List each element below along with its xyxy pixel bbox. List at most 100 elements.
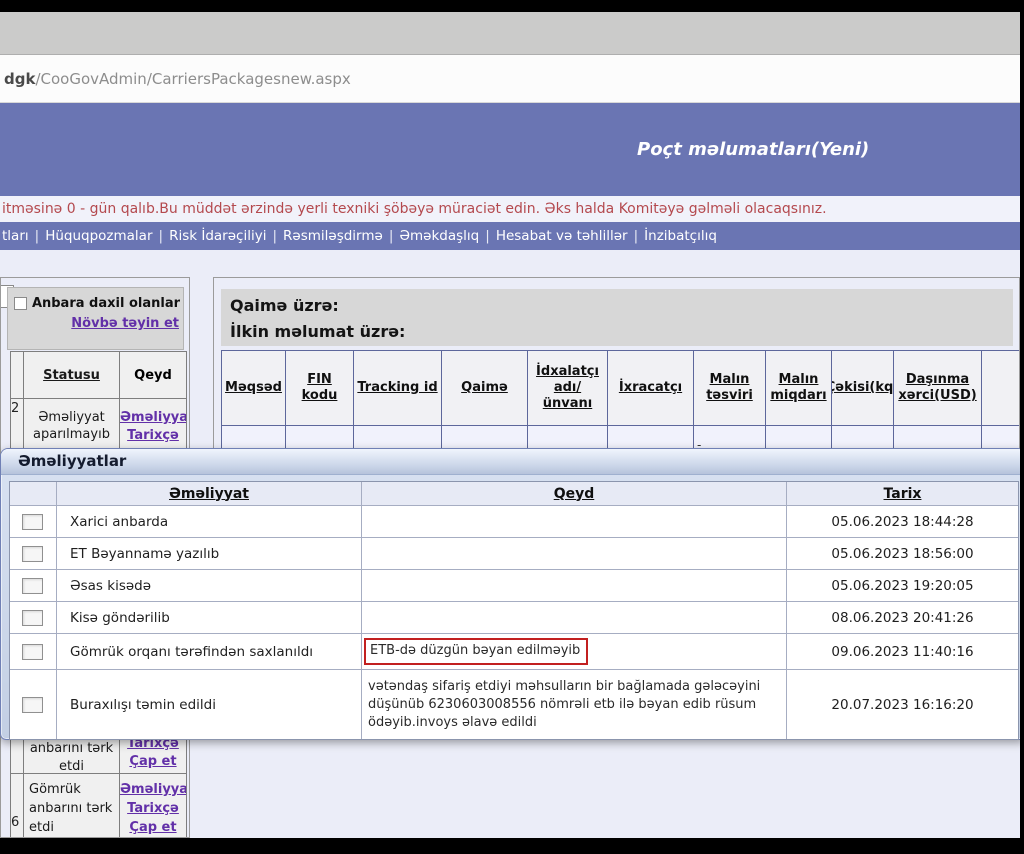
operation-row: Əsas kisədə 05.06.2023 19:20:05 [10, 570, 1018, 602]
address-bar[interactable]: dgk/CooGovAdmin/CarriersPackagesnew.aspx [0, 55, 1020, 103]
nav-item-huquqpozmalar[interactable]: Hüquqpozmalar [45, 228, 152, 244]
row-links: Əməliyyat Tarixçə Çap et [120, 774, 186, 838]
browser-viewport: dgk/CooGovAdmin/CarriersPackagesnew.aspx… [0, 12, 1020, 838]
operation-date: 05.06.2023 18:44:28 [787, 506, 1018, 537]
page-title: Poçt məlumatları(Yeni) [637, 139, 869, 160]
col-header-malin-miqdari[interactable]: Malın miqdarı [766, 351, 832, 425]
main-nav: tları|Hüquqpozmalar|Risk İdarəçiliyi|Rəs… [0, 222, 1020, 250]
operation-note [362, 602, 787, 633]
nav-separator: | [628, 228, 645, 244]
history-link[interactable]: Tarixçə [120, 427, 186, 445]
nav-separator: | [153, 228, 170, 244]
col-header-idxalatci[interactable]: İdxalatçı adı/ ünvanı [528, 351, 608, 425]
warning-text: itməsinə 0 - gün qalıb.Bu müddət ərzində… [2, 201, 827, 217]
col-header-cekisi[interactable]: Çəkisi(kq) [832, 351, 894, 425]
operations-dialog: Əməliyyatlar Əməliyyat Qeyd Tarix Xarici… [0, 448, 1020, 740]
row-checkbox[interactable] [22, 514, 43, 530]
warehouse-filter-box: Anbara daxil olanlar Növbə təyin et [7, 287, 184, 350]
warehouse-filter-label: Anbara daxil olanlar [32, 296, 180, 311]
col-header-ixracatci[interactable]: İxracatçı [608, 351, 694, 425]
row-links: Əməliyyat Tarixçə [120, 399, 186, 454]
operation-date: 09.06.2023 11:40:16 [787, 634, 1018, 669]
operation-note [362, 538, 787, 569]
dialog-title[interactable]: Əməliyyatlar [1, 449, 1020, 475]
screenshot-root: dgk/CooGovAdmin/CarriersPackagesnew.aspx… [0, 0, 1024, 854]
nav-item-emekdasliq[interactable]: Əməkdaşlıq [399, 228, 479, 244]
operation-note: ETB-də düzgün bəyan edilməyib [362, 634, 787, 669]
page-header-banner: Poçt məlumatları(Yeni) [0, 103, 1020, 196]
browser-chrome-bar [0, 12, 1020, 55]
history-link[interactable]: Tarixçə [120, 799, 186, 818]
print-link[interactable]: Çap et [120, 753, 186, 771]
operation-note: vətəndaş sifariş etdiyi məhsulların bir … [362, 670, 787, 739]
queue-assign-link[interactable]: Növbə təyin et [71, 316, 179, 331]
operation-row: Kisə göndərilib 08.06.2023 20:41:26 [10, 602, 1018, 634]
nav-item-inzibatciliq[interactable]: İnzibatçılıq [644, 228, 717, 244]
packages-table: Məqsəd FIN kodu Tracking id Qaimə İdxala… [221, 350, 1020, 453]
row-number-header [11, 352, 24, 398]
row-checkbox[interactable] [22, 697, 43, 713]
operation-link[interactable]: Əməliyyat [120, 780, 186, 799]
operation-date: 05.06.2023 19:20:05 [787, 570, 1018, 601]
url-path: /CooGovAdmin/CarriersPackagesnew.aspx [35, 70, 350, 88]
row-checkbox[interactable] [22, 546, 43, 562]
operation-name: Buraxılışı təmin edildi [57, 670, 362, 739]
checkbox-column-header [10, 482, 57, 505]
nav-item-hesabat[interactable]: Hesabat və təhlillər [496, 228, 628, 244]
operation-row: Gömrük orqanı tərəfindən saxlanıldı ETB-… [10, 634, 1018, 670]
content-area: Anbara daxil olanlar Növbə təyin et Stat… [0, 250, 1020, 838]
warning-bar: itməsinə 0 - gün qalıb.Bu müddət ərzində… [0, 196, 1020, 222]
packages-table-header: Məqsəd FIN kodu Tracking id Qaimə İdxala… [222, 351, 1020, 425]
operation-date: 05.06.2023 18:56:00 [787, 538, 1018, 569]
nav-item-melumatlar[interactable]: tları [2, 228, 29, 244]
status-table-header: Statusu Qeyd [11, 352, 186, 399]
col-header-meqsed[interactable]: Məqsəd [222, 351, 286, 425]
status-column-header[interactable]: Statusu [24, 352, 120, 398]
row-checkbox[interactable] [22, 644, 43, 660]
col-header-tracking-id[interactable]: Tracking id [354, 351, 442, 425]
note-column-header: Qeyd [120, 352, 186, 398]
col-header-malin-tesviri[interactable]: Malın təsviri [694, 351, 766, 425]
red-annotation-box: ETB-də düzgün bəyan edilməyib [364, 638, 588, 665]
row-checkbox[interactable] [22, 610, 43, 626]
operation-row: Buraxılışı təmin edildi vətəndaş sifariş… [10, 670, 1018, 739]
table-row: 2 Əməliyyat aparılmayıb Əməliyyat Tarixç… [11, 399, 186, 455]
operation-date: 08.06.2023 20:41:26 [787, 602, 1018, 633]
operation-link[interactable]: Əməliyyat [120, 409, 186, 427]
operation-column-header[interactable]: Əməliyyat [57, 482, 362, 505]
row-checkbox[interactable] [22, 578, 43, 594]
operation-date: 20.07.2023 16:16:20 [787, 670, 1018, 739]
row-status: Gömrük anbarını tərk etdi [24, 774, 120, 838]
packages-panel-header: Qaimə üzrə: İlkin məlumat üzrə: [221, 289, 1013, 346]
highlighted-note: ETB-də düzgün bəyan edilməyib [370, 643, 580, 658]
url-host-fragment: dgk [4, 70, 35, 88]
operation-name: ET Bəyannamə yazılıb [57, 538, 362, 569]
operation-name: Kisə göndərilib [57, 602, 362, 633]
nav-separator: | [266, 228, 283, 244]
nav-separator: | [383, 228, 400, 244]
operation-note [362, 506, 787, 537]
row-status: Əməliyyat aparılmayıb [24, 399, 120, 454]
operations-table-header: Əməliyyat Qeyd Tarix [10, 482, 1018, 506]
nav-separator: | [479, 228, 496, 244]
nav-item-risk-idareciliyi[interactable]: Risk İdarəçiliyi [169, 228, 266, 244]
col-header-dasinma-xerci[interactable]: Daşınma xərci(USD) [894, 351, 982, 425]
date-column-header[interactable]: Tarix [787, 482, 1018, 505]
table-row: 6 Gömrük anbarını tərk etdi Əməliyyat Ta… [11, 774, 186, 838]
warehouse-filter-checkbox[interactable] [14, 297, 27, 310]
print-link[interactable]: Çap et [120, 818, 186, 837]
col-header-qaime[interactable]: Qaimə [442, 351, 528, 425]
operation-note [362, 570, 787, 601]
nav-item-resmilesdirme[interactable]: Rəsmiləşdirmə [283, 228, 383, 244]
operation-name: Gömrük orqanı tərəfindən saxlanıldı [57, 634, 362, 669]
col-header-cropped [982, 351, 1020, 425]
nav-separator: | [29, 228, 46, 244]
subtitle-qaime: Qaimə üzrə: [230, 293, 1013, 319]
subtitle-ilkin-melumat: İlkin məlumat üzrə: [230, 319, 1013, 345]
operation-row: Xarici anbarda 05.06.2023 18:44:28 [10, 506, 1018, 538]
operation-name: Əsas kisədə [57, 570, 362, 601]
operation-name: Xarici anbarda [57, 506, 362, 537]
row-number: 2 [11, 399, 24, 454]
note-column-header[interactable]: Qeyd [362, 482, 787, 505]
col-header-fin-kodu[interactable]: FIN kodu [286, 351, 354, 425]
